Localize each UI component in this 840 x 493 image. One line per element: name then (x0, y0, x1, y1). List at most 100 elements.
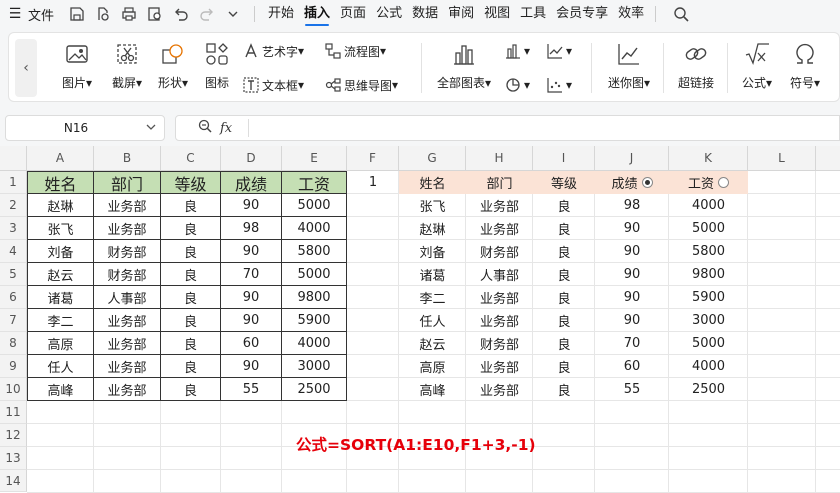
result-dept-cell[interactable]: 业务部 (466, 194, 533, 217)
result-grade-cell[interactable]: 良 (533, 355, 595, 378)
source-dept-cell[interactable]: 业务部 (94, 355, 161, 378)
source-score-cell[interactable]: 60 (221, 332, 282, 355)
sparkline-button[interactable]: 迷你图▾ (601, 39, 657, 97)
source-score-cell[interactable]: 90 (221, 194, 282, 217)
result-dept-cell[interactable]: 人事部 (466, 263, 533, 286)
symbol-button[interactable]: 符号▾ (783, 39, 827, 97)
source-score-cell[interactable]: 70 (221, 263, 282, 286)
result-name-cell[interactable]: 任人 (399, 309, 466, 332)
source-dept-cell[interactable]: 业务部 (94, 378, 161, 401)
column-header-i[interactable]: I (533, 146, 595, 171)
row-header-8[interactable]: 8 (0, 332, 27, 355)
column-header-j[interactable]: J (595, 146, 669, 171)
column-header-h[interactable]: H (466, 146, 533, 171)
flowchart-button[interactable]: 流程图 ▾ (325, 41, 386, 61)
column-header-a[interactable]: A (27, 146, 94, 171)
result-salary-cell[interactable]: 4000 (669, 194, 748, 217)
row-header-14[interactable]: 14 (0, 470, 27, 492)
row-header-11[interactable]: 11 (0, 401, 27, 424)
source-salary-cell[interactable]: 5000 (282, 263, 347, 286)
source-name-cell[interactable]: 高原 (27, 332, 94, 355)
source-score-cell[interactable]: 98 (221, 217, 282, 240)
source-header-cell[interactable]: 工资 (282, 171, 347, 194)
ribbon-scroll-left-icon[interactable]: ‹ (15, 39, 37, 97)
source-name-cell[interactable]: 刘备 (27, 240, 94, 263)
textbox-button[interactable]: 文本框 ▾ (243, 75, 304, 95)
source-name-cell[interactable]: 赵云 (27, 263, 94, 286)
result-score-cell[interactable]: 55 (595, 378, 669, 401)
tab-insert[interactable]: 插入 (299, 0, 335, 28)
result-grade-cell[interactable]: 良 (533, 378, 595, 401)
source-salary-cell[interactable]: 5800 (282, 240, 347, 263)
source-grade-cell[interactable]: 良 (161, 240, 221, 263)
column-header-l[interactable]: L (748, 146, 816, 171)
source-dept-cell[interactable]: 财务部 (94, 263, 161, 286)
radio-selected-icon[interactable] (641, 177, 653, 188)
result-grade-cell[interactable]: 良 (533, 240, 595, 263)
row-header-12[interactable]: 12 (0, 424, 27, 447)
wordart-button[interactable]: 艺术字 ▾ (243, 41, 304, 61)
shape-button[interactable]: 形状▾ (151, 39, 195, 97)
source-dept-cell[interactable]: 业务部 (94, 194, 161, 217)
source-grade-cell[interactable]: 良 (161, 355, 221, 378)
column-header-f[interactable]: F (347, 146, 399, 171)
source-salary-cell[interactable]: 4000 (282, 332, 347, 355)
select-all-corner[interactable] (0, 146, 27, 171)
result-salary-cell[interactable]: 9800 (669, 263, 748, 286)
row-header-1[interactable]: 1 (0, 171, 27, 194)
result-salary-cell[interactable]: 4000 (669, 355, 748, 378)
file-menu[interactable]: 文件 (28, 5, 54, 24)
source-name-cell[interactable]: 张飞 (27, 217, 94, 240)
source-score-cell[interactable]: 90 (221, 240, 282, 263)
source-grade-cell[interactable]: 良 (161, 309, 221, 332)
tab-review[interactable]: 审阅 (443, 0, 479, 28)
row-header-4[interactable]: 4 (0, 240, 27, 263)
source-score-cell[interactable]: 55 (221, 378, 282, 401)
tab-formula[interactable]: 公式 (371, 0, 407, 28)
radio-unselected-icon[interactable] (718, 177, 729, 188)
tab-efficiency[interactable]: 效率 (613, 0, 649, 28)
result-header-cell[interactable]: 部门 (466, 171, 533, 194)
equation-button[interactable]: 公式▾ (735, 39, 779, 97)
result-score-cell[interactable]: 70 (595, 332, 669, 355)
result-header-cell[interactable]: 工资 (669, 171, 748, 194)
result-dept-cell[interactable]: 业务部 (466, 217, 533, 240)
source-name-cell[interactable]: 任人 (27, 355, 94, 378)
source-dept-cell[interactable]: 财务部 (94, 240, 161, 263)
source-score-cell[interactable]: 90 (221, 286, 282, 309)
column-header-k[interactable]: K (669, 146, 748, 171)
result-salary-cell[interactable]: 5000 (669, 332, 748, 355)
f1-value-cell[interactable]: 1 (347, 171, 399, 194)
source-grade-cell[interactable]: 良 (161, 332, 221, 355)
source-salary-cell[interactable]: 4000 (282, 217, 347, 240)
source-salary-cell[interactable]: 5900 (282, 309, 347, 332)
row-header-9[interactable]: 9 (0, 355, 27, 378)
source-name-cell[interactable]: 诸葛 (27, 286, 94, 309)
result-grade-cell[interactable]: 良 (533, 286, 595, 309)
result-name-cell[interactable]: 李二 (399, 286, 466, 309)
result-name-cell[interactable]: 高原 (399, 355, 466, 378)
result-dept-cell[interactable]: 业务部 (466, 378, 533, 401)
result-dept-cell[interactable]: 业务部 (466, 286, 533, 309)
source-grade-cell[interactable]: 良 (161, 217, 221, 240)
source-dept-cell[interactable]: 人事部 (94, 286, 161, 309)
result-salary-cell[interactable]: 5000 (669, 217, 748, 240)
save-icon[interactable] (66, 3, 88, 25)
icon-button[interactable]: 图标 (197, 39, 237, 97)
line-chart-button[interactable]: ▾ (547, 41, 572, 61)
result-grade-cell[interactable]: 良 (533, 332, 595, 355)
source-grade-cell[interactable]: 良 (161, 378, 221, 401)
print-preview-icon[interactable] (144, 3, 166, 25)
result-salary-cell[interactable]: 5800 (669, 240, 748, 263)
tab-home[interactable]: 开始 (263, 0, 299, 28)
formula-input[interactable]: fx (175, 115, 840, 141)
search-icon[interactable] (670, 3, 692, 25)
row-header-2[interactable]: 2 (0, 194, 27, 217)
result-grade-cell[interactable]: 良 (533, 217, 595, 240)
result-dept-cell[interactable]: 业务部 (466, 355, 533, 378)
column-header-c[interactable]: C (161, 146, 221, 171)
source-score-cell[interactable]: 90 (221, 355, 282, 378)
row-header-6[interactable]: 6 (0, 286, 27, 309)
source-grade-cell[interactable]: 良 (161, 263, 221, 286)
result-name-cell[interactable]: 高峰 (399, 378, 466, 401)
